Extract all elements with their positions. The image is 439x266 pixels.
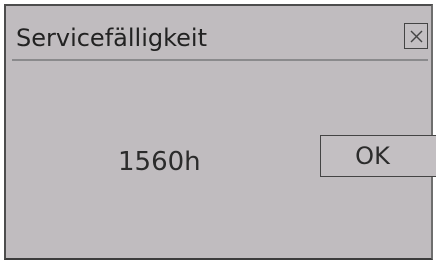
close-icon bbox=[410, 30, 423, 43]
ok-button-label: OK bbox=[355, 142, 390, 170]
title-divider bbox=[12, 59, 428, 61]
dialog-title-bar: Servicefälligkeit bbox=[6, 6, 431, 62]
dialog-title: Servicefälligkeit bbox=[16, 24, 207, 52]
service-hours-value: 1560h bbox=[118, 147, 201, 177]
close-button[interactable] bbox=[404, 23, 428, 49]
ok-button[interactable]: OK bbox=[320, 135, 436, 177]
service-dialog: Servicefälligkeit 1560h OK bbox=[4, 4, 436, 260]
